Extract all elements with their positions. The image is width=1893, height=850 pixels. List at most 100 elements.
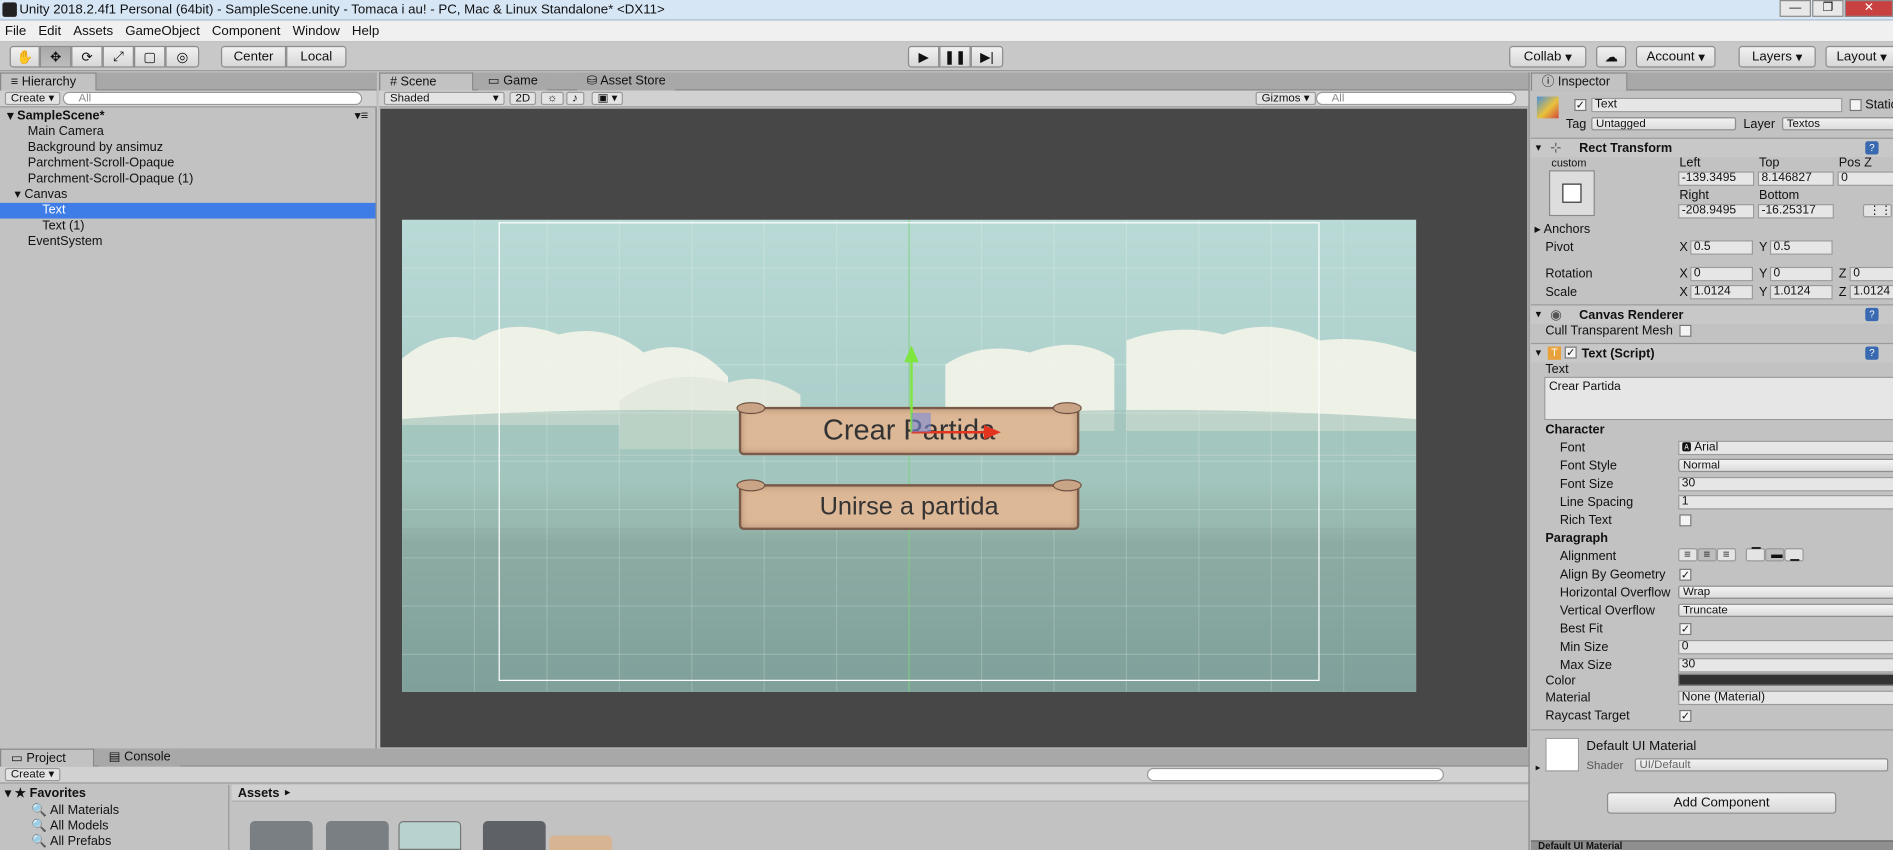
minimize-icon[interactable]: —: [1779, 0, 1811, 17]
hierarchy-create-button[interactable]: Create ▾: [4, 91, 61, 106]
layer-dropdown[interactable]: Textos: [1781, 117, 1893, 131]
object-active-checkbox[interactable]: ✓: [1574, 99, 1587, 112]
help-icon-2[interactable]: ?: [1865, 307, 1879, 322]
audio-icon[interactable]: ♪: [566, 91, 585, 106]
cull-checkbox[interactable]: [1679, 324, 1692, 337]
collab-button[interactable]: Collab ▾: [1509, 45, 1587, 68]
pause-icon[interactable]: ❚❚: [939, 45, 971, 68]
hierarchy-item-main-camera[interactable]: Main Camera: [0, 124, 375, 140]
hierarchy-item-parchment-1[interactable]: Parchment-Scroll-Opaque (1): [0, 171, 375, 187]
pivot-y-field[interactable]: 0.5: [1769, 240, 1833, 255]
left-field[interactable]: -139.3495: [1678, 171, 1755, 186]
rotation-y-field[interactable]: 0: [1769, 266, 1833, 282]
play-icon[interactable]: ▶: [907, 45, 940, 68]
fav-all-materials[interactable]: 🔍 All Materials: [31, 802, 119, 817]
shading-dropdown[interactable]: Shaded ▾: [383, 91, 505, 106]
help-icon[interactable]: ?: [1865, 141, 1879, 155]
scale-x-field[interactable]: 1.0124: [1690, 284, 1753, 300]
text-script-header[interactable]: ▾ T ✓ Text (Script) ?: [1530, 342, 1893, 363]
favorites-row[interactable]: ▾ ★ Favorites: [5, 786, 86, 800]
shader-dropdown[interactable]: UI/Default: [1634, 758, 1889, 772]
rich-text-checkbox[interactable]: [1679, 514, 1692, 527]
transform-tool-icon[interactable]: ◎: [165, 45, 200, 68]
menu-help[interactable]: Help: [352, 24, 379, 38]
align-top-icon[interactable]: ▔: [1745, 548, 1766, 562]
lighting-icon[interactable]: ☼: [540, 91, 564, 106]
h-overflow-dropdown[interactable]: Wrap: [1678, 585, 1893, 599]
tab-game[interactable]: ▭ Game: [478, 72, 548, 91]
scene-row[interactable]: ▾ SampleScene* ▾≡: [0, 109, 375, 125]
hierarchy-search-input[interactable]: All: [62, 91, 363, 106]
fav-all-prefabs[interactable]: 🔍 All Prefabs: [31, 833, 111, 848]
menu-assets[interactable]: Assets: [73, 24, 113, 38]
align-left-icon[interactable]: ≡: [1678, 548, 1698, 562]
folder-icon[interactable]: [249, 821, 313, 850]
menu-window[interactable]: Window: [293, 24, 340, 38]
raycast-checkbox[interactable]: ✓: [1679, 709, 1692, 723]
right-field[interactable]: -208.9495: [1678, 204, 1755, 219]
unirse-partida-banner[interactable]: Unirse a partida: [736, 479, 1082, 531]
hand-tool-icon[interactable]: ✋: [9, 45, 40, 68]
align-right-icon[interactable]: ≡: [1716, 548, 1737, 562]
prefab-asset-thumb[interactable]: [482, 821, 546, 850]
help-icon-3[interactable]: ?: [1865, 346, 1879, 360]
add-component-button[interactable]: Add Component: [1606, 792, 1837, 814]
menu-file[interactable]: File: [5, 24, 26, 38]
layout-button[interactable]: Layout ▾: [1825, 45, 1893, 68]
close-icon[interactable]: ✕: [1844, 0, 1893, 17]
move-tool-icon[interactable]: ✥: [39, 45, 72, 68]
tab-hierarchy[interactable]: ≡ Hierarchy: [0, 72, 97, 91]
background-asset-thumb[interactable]: [398, 821, 462, 850]
text-enabled-checkbox[interactable]: ✓: [1564, 346, 1577, 359]
scale-z-field[interactable]: 1.0124: [1849, 284, 1893, 300]
static-checkbox[interactable]: [1849, 99, 1862, 112]
line-spacing-field[interactable]: 1: [1678, 495, 1893, 510]
folder-icon-2[interactable]: [325, 821, 389, 850]
menu-gameobject[interactable]: GameObject: [125, 24, 200, 38]
fav-all-models[interactable]: 🔍 All Models: [31, 817, 108, 833]
canvas-renderer-header[interactable]: ▾ ◉ Canvas Renderer ?: [1530, 304, 1893, 324]
align-geometry-checkbox[interactable]: ✓: [1679, 568, 1692, 581]
color-swatch[interactable]: [1678, 673, 1893, 686]
rect-transform-header[interactable]: ▾ ⊹ Rect Transform ?: [1530, 137, 1893, 157]
top-field[interactable]: 8.146827: [1757, 171, 1834, 186]
pivot-center-button[interactable]: Center: [220, 45, 287, 68]
space-local-button[interactable]: Local: [286, 45, 347, 68]
rotate-tool-icon[interactable]: ⟳: [71, 45, 103, 68]
scale-y-field[interactable]: 1.0124: [1769, 284, 1833, 300]
font-style-dropdown[interactable]: Normal: [1678, 458, 1893, 473]
hierarchy-item-background[interactable]: Background by ansimuz: [0, 140, 375, 156]
tab-inspector[interactable]: ⓘ Inspector: [1530, 72, 1628, 91]
mode-2d-button[interactable]: 2D: [509, 91, 537, 106]
effects-icon[interactable]: ▣ ▾: [591, 91, 624, 106]
hierarchy-item-parchment[interactable]: Parchment-Scroll-Opaque: [0, 156, 375, 172]
hierarchy-item-canvas[interactable]: ▾ Canvas: [0, 187, 375, 203]
rotation-x-field[interactable]: 0: [1690, 266, 1753, 282]
hierarchy-item-text-1[interactable]: Text (1): [0, 219, 375, 235]
anchors-foldout[interactable]: ▸ Anchors: [1534, 222, 1590, 236]
rect-tool-icon[interactable]: ▢: [134, 45, 166, 68]
scale-tool-icon[interactable]: ⤢: [102, 45, 135, 68]
tab-asset-store[interactable]: ⛁ Asset Store: [577, 72, 676, 91]
project-search-input[interactable]: [1146, 767, 1444, 782]
material-field[interactable]: None (Material): [1678, 690, 1893, 706]
align-bottom-icon[interactable]: ▁: [1784, 548, 1804, 562]
rotation-z-field[interactable]: 0: [1849, 266, 1893, 282]
account-button[interactable]: Account ▾: [1635, 45, 1716, 68]
posz-field[interactable]: 0: [1837, 171, 1893, 186]
menu-component[interactable]: Component: [212, 24, 281, 38]
best-fit-checkbox[interactable]: ✓: [1679, 623, 1692, 636]
gizmos-dropdown[interactable]: Gizmos ▾: [1255, 91, 1316, 106]
tab-project[interactable]: ▭ Project: [0, 748, 95, 767]
scroll-asset-thumb[interactable]: [549, 835, 613, 850]
bottom-field[interactable]: -16.25317: [1757, 204, 1834, 219]
assets-breadcrumb-label[interactable]: Assets: [238, 786, 280, 800]
hierarchy-item-eventsystem[interactable]: EventSystem: [0, 234, 375, 250]
hierarchy-item-text[interactable]: Text: [0, 202, 376, 219]
v-overflow-dropdown[interactable]: Truncate: [1678, 603, 1893, 617]
tag-dropdown[interactable]: Untagged: [1591, 117, 1737, 131]
menu-edit[interactable]: Edit: [38, 24, 61, 38]
object-name-field[interactable]: Text: [1591, 97, 1843, 113]
align-center-icon[interactable]: ≡: [1697, 548, 1717, 562]
layers-button[interactable]: Layers ▾: [1738, 45, 1816, 68]
